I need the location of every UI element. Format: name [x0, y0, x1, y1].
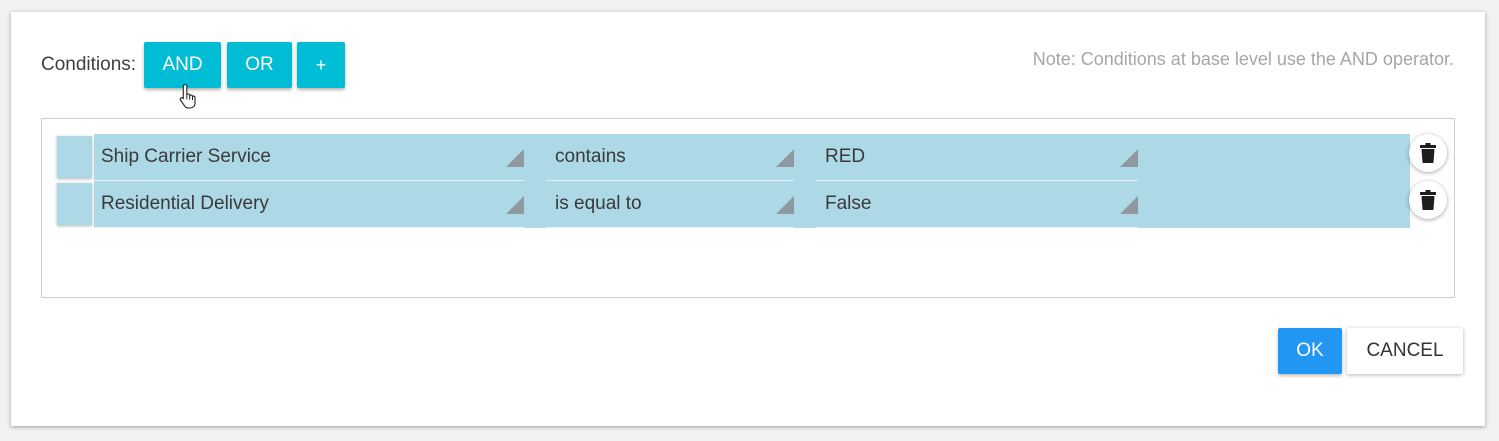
value-dropdown[interactable]: RED — [816, 134, 1138, 181]
ok-button[interactable]: OK — [1278, 328, 1342, 374]
or-button[interactable]: OR — [227, 42, 292, 88]
cancel-button[interactable]: CANCEL — [1347, 328, 1463, 374]
delete-condition-button[interactable] — [1409, 134, 1447, 172]
operator-value: is equal to — [555, 193, 642, 214]
dropdown-triangle-icon — [506, 196, 524, 214]
field-value: Residential Delivery — [101, 193, 269, 214]
operator-note: Note: Conditions at base level use the A… — [1032, 49, 1454, 69]
condition-value: False — [825, 193, 872, 214]
conditions-panel: Ship Carrier Service contains RED Reside… — [41, 118, 1455, 298]
add-condition-button[interactable]: + — [297, 42, 345, 88]
operator-value: contains — [555, 146, 626, 167]
dropdown-triangle-icon — [506, 149, 524, 167]
conditions-label: Conditions: — [41, 54, 137, 75]
row-select-handle[interactable] — [57, 136, 92, 178]
operator-dropdown[interactable]: is equal to — [546, 181, 794, 228]
dropdown-triangle-icon — [1120, 149, 1138, 167]
field-dropdown[interactable]: Residential Delivery — [93, 181, 524, 228]
and-button[interactable]: AND — [144, 42, 221, 88]
condition-builder-dialog: Conditions: AND OR + Note: Conditions at… — [11, 12, 1485, 426]
trash-icon — [1420, 190, 1436, 210]
dropdown-triangle-icon — [776, 149, 794, 167]
delete-condition-button[interactable] — [1409, 181, 1447, 219]
row-select-handle[interactable] — [57, 183, 92, 225]
trash-icon — [1420, 143, 1436, 163]
operator-dropdown[interactable]: contains — [546, 134, 794, 181]
condition-row: Residential Delivery is equal to False — [57, 181, 1410, 228]
dropdown-triangle-icon — [1120, 196, 1138, 214]
hand-pointer-icon — [179, 83, 196, 109]
condition-row: Ship Carrier Service contains RED — [57, 134, 1410, 181]
field-dropdown[interactable]: Ship Carrier Service — [93, 134, 524, 181]
field-value: Ship Carrier Service — [101, 146, 271, 167]
dropdown-triangle-icon — [776, 196, 794, 214]
value-dropdown[interactable]: False — [816, 181, 1138, 228]
condition-value: RED — [825, 146, 866, 167]
